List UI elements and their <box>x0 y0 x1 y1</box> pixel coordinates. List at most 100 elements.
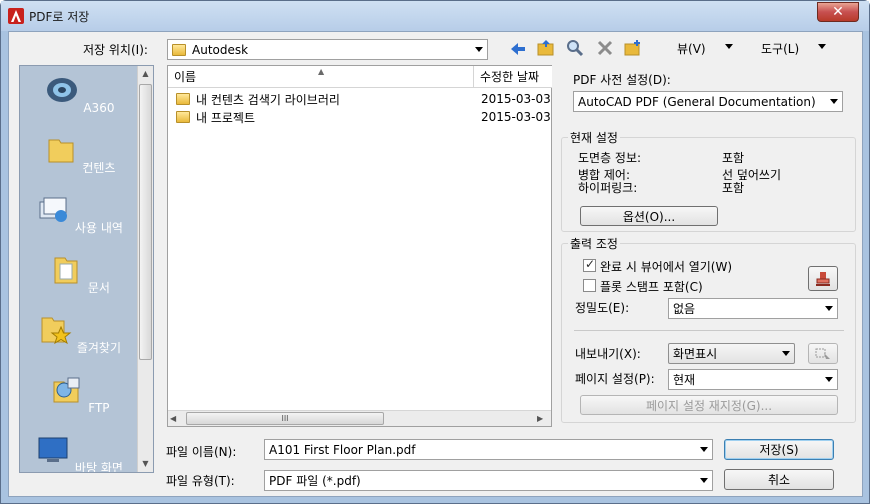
chevron-down-icon <box>700 447 708 452</box>
file-name: 내 프로젝트 <box>196 110 256 125</box>
place-label: FTP <box>88 401 110 415</box>
list-item[interactable]: 내 컨텐츠 검색기 라이브러리 <box>176 90 340 108</box>
plot-stamp-settings-button[interactable] <box>808 266 838 291</box>
chevron-down-icon <box>825 306 833 311</box>
filetype-combo[interactable]: PDF 파일 (*.pdf) <box>264 470 713 491</box>
page-setup-override-button[interactable]: 페이지 설정 재지정(G)... <box>580 395 838 415</box>
place-favorites[interactable]: 즐겨찾기 <box>20 312 138 356</box>
options-button[interactable]: 옵션(O)... <box>580 206 718 226</box>
history-icon <box>39 197 68 222</box>
cloud-icon <box>46 78 77 102</box>
file-list-scroll-thumb[interactable]: III <box>186 412 384 425</box>
scroll-right-icon[interactable]: ▶ <box>537 412 549 425</box>
save-location-value: Autodesk <box>192 42 249 57</box>
close-button[interactable]: ✕ <box>817 2 859 22</box>
save-button[interactable]: 저장(S) <box>724 439 834 460</box>
place-desktop[interactable]: 바탕 화면 <box>20 432 138 472</box>
filename-label: 파일 이름(N): <box>166 445 237 459</box>
folder-icon <box>48 139 74 163</box>
column-header-name-label: 이름 <box>174 70 197 84</box>
up-folder-icon[interactable] <box>536 38 556 58</box>
places-bar: A360 컨텐츠 사용 내역 문서 즐겨찾기 FTP 바탕 화면 ▲ ▼ <box>19 65 154 473</box>
save-location-label: 저장 위치(I): <box>83 43 148 57</box>
search-web-icon[interactable] <box>565 38 585 58</box>
tools-menu[interactable]: 도구(L) <box>761 40 799 57</box>
desktop-icon <box>38 437 68 462</box>
filename-value: A101 First Floor Plan.pdf <box>269 442 416 457</box>
folder-icon <box>176 111 190 123</box>
list-item[interactable]: 내 프로젝트 <box>176 108 255 126</box>
current-settings-title: 현재 설정 <box>568 129 620 146</box>
view-dropdown-icon[interactable] <box>725 44 733 49</box>
folder-icon <box>176 93 190 105</box>
file-name: 내 컨텐츠 검색기 라이브러리 <box>196 92 340 107</box>
place-label: 즐겨찾기 <box>76 341 121 355</box>
column-header-date-label: 수정한 날짜 <box>480 70 540 84</box>
dialog-window: PDF로 저장 ✕ 저장 위치(I): Autodesk 뷰(V) 도구(L) … <box>0 0 870 504</box>
page-setup-combo[interactable]: 현재 <box>668 369 838 390</box>
dialog-client: 저장 위치(I): Autodesk 뷰(V) 도구(L) A360 컨텐츠 사… <box>8 31 863 497</box>
export-value: 화면표시 <box>673 347 718 361</box>
output-control-title: 출력 조정 <box>568 235 620 252</box>
scroll-down-icon[interactable]: ▼ <box>139 456 152 472</box>
chevron-down-icon <box>700 478 708 483</box>
window-select-icon <box>815 348 830 359</box>
pdf-preset-combo[interactable]: AutoCAD PDF (General Documentation) <box>573 91 843 112</box>
new-folder-icon[interactable] <box>623 38 643 58</box>
place-label: 사용 내역 <box>74 221 123 235</box>
precision-combo[interactable]: 없음 <box>668 298 838 319</box>
plot-stamp-label[interactable]: 플롯 스탬프 포함(C) <box>600 278 703 295</box>
divider <box>574 330 844 331</box>
pdf-preset-label: PDF 사전 설정(D): <box>573 73 671 87</box>
page-setup-label: 페이지 설정(P): <box>575 372 655 386</box>
scroll-up-icon[interactable]: ▲ <box>139 66 152 82</box>
chevron-down-icon <box>475 47 483 52</box>
cancel-button[interactable]: 취소 <box>724 469 834 490</box>
file-date: 2015-03-03 <box>481 110 551 124</box>
output-control-group: 출력 조정 완료 시 뷰어에서 열기(W) 플롯 스탬프 포함(C) 정밀도(E… <box>561 235 856 423</box>
back-arrow-icon[interactable] <box>508 39 528 59</box>
sort-ascending-icon: ▲ <box>318 67 325 76</box>
save-location-combo[interactable]: Autodesk <box>167 39 488 60</box>
chevron-down-icon <box>825 377 833 382</box>
chevron-down-icon <box>782 351 790 356</box>
file-list-hscrollbar[interactable]: ◀ III ▶ <box>168 410 551 426</box>
pdf-preset-value: AutoCAD PDF (General Documentation) <box>578 94 816 109</box>
tools-dropdown-icon[interactable] <box>818 44 826 49</box>
plot-stamp-checkbox[interactable] <box>583 279 596 292</box>
place-a360[interactable]: A360 <box>20 72 138 115</box>
precision-value: 없음 <box>673 302 696 316</box>
place-history[interactable]: 사용 내역 <box>20 192 138 236</box>
place-ftp[interactable]: FTP <box>20 372 138 415</box>
place-documents[interactable]: 문서 <box>20 252 138 296</box>
autocad-logo-icon <box>8 8 24 24</box>
delete-icon[interactable] <box>595 38 615 58</box>
column-header-date[interactable]: 수정한 날짜 <box>474 66 552 88</box>
window-title: PDF로 저장 <box>29 10 90 24</box>
filename-input[interactable]: A101 First Floor Plan.pdf <box>264 439 713 460</box>
place-contents[interactable]: 컨텐츠 <box>20 132 138 176</box>
setting-value: 포함 <box>722 151 745 165</box>
export-combo[interactable]: 화면표시 <box>668 343 795 364</box>
places-scroll-thumb[interactable] <box>139 84 152 360</box>
title-bar[interactable]: PDF로 저장 ✕ <box>1 1 869 31</box>
setting-key: 하이퍼링크: <box>578 181 638 195</box>
stamp-icon <box>816 271 830 286</box>
open-in-viewer-checkbox[interactable] <box>583 257 596 272</box>
view-menu[interactable]: 뷰(V) <box>677 40 706 57</box>
place-label: A360 <box>83 101 115 115</box>
place-label: 컨텐츠 <box>82 161 116 175</box>
place-label: 문서 <box>87 281 110 295</box>
folder-icon <box>172 43 186 56</box>
open-in-viewer-label[interactable]: 완료 시 뷰어에서 열기(W) <box>600 258 732 275</box>
documents-icon <box>54 257 78 284</box>
export-window-button[interactable] <box>808 343 838 364</box>
page-setup-value: 현재 <box>673 373 696 387</box>
file-date: 2015-03-03 <box>481 92 551 106</box>
column-header-name[interactable]: 이름 ▲ <box>168 66 474 88</box>
favorites-icon <box>41 317 72 345</box>
precision-label: 정밀도(E): <box>575 301 630 315</box>
scroll-left-icon[interactable]: ◀ <box>170 412 182 425</box>
places-scrollbar[interactable]: ▲ ▼ <box>137 66 153 472</box>
export-label: 내보내기(X): <box>575 347 641 361</box>
